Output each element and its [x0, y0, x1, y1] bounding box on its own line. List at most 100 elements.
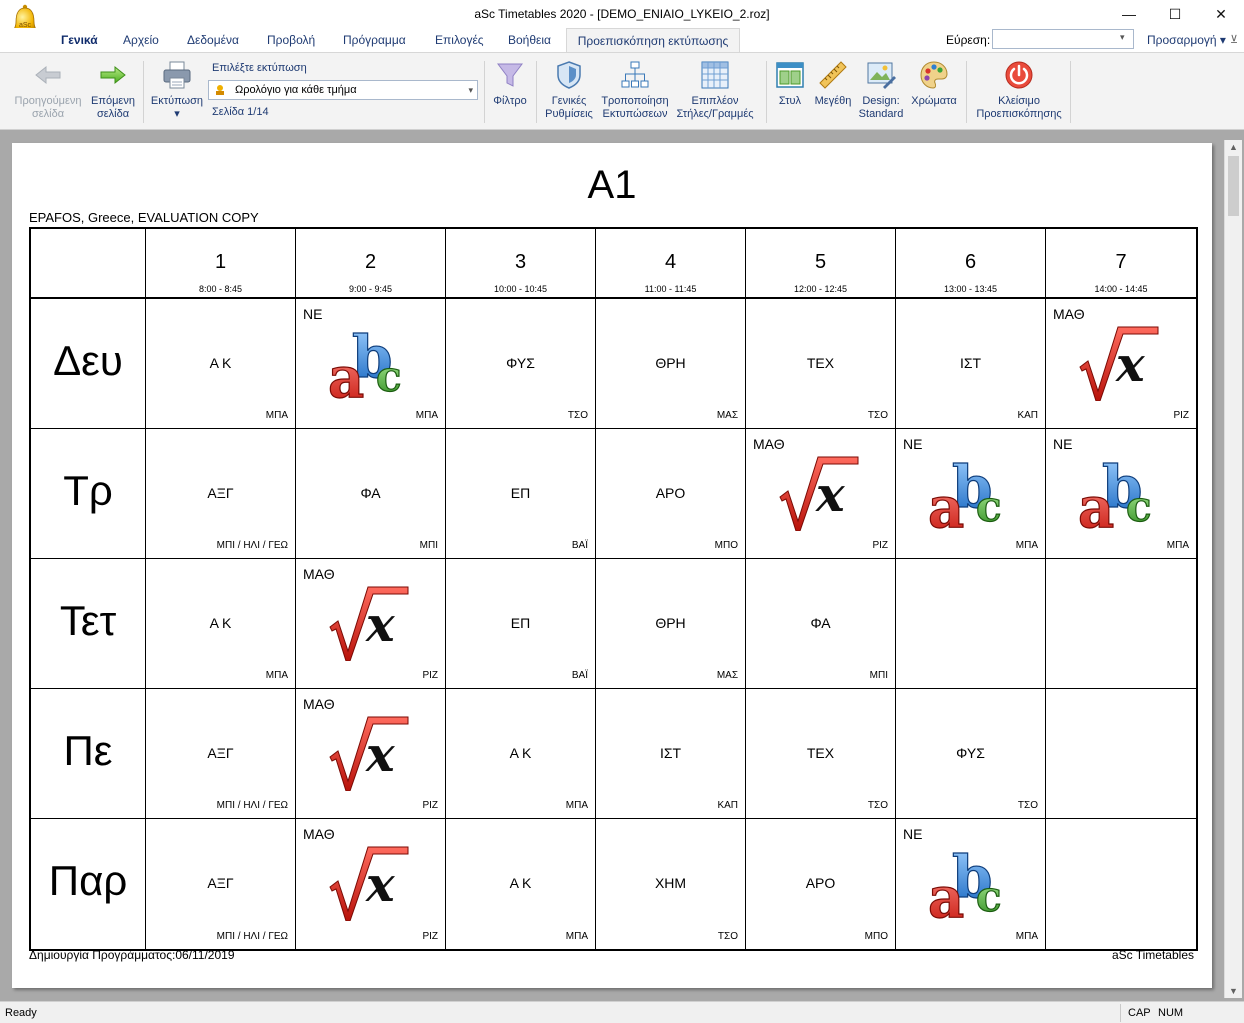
- abc-letters-icon: ba c: [1078, 452, 1152, 531]
- lesson-cell[interactable]: ΝΕ b a c ΜΠΑ: [896, 819, 1046, 949]
- lesson-cell[interactable]: ΦΑ ΜΠΙ: [296, 429, 446, 559]
- square-root-icon: x: [329, 586, 409, 661]
- square-root-icon: x: [329, 716, 409, 791]
- find-dropdown-icon[interactable]: ▾: [1120, 32, 1125, 43]
- day-header: Παρ: [31, 819, 146, 949]
- lesson-cell[interactable]: [896, 559, 1046, 689]
- teacher-label: ΡΙΖ: [422, 670, 438, 681]
- lesson-cell[interactable]: [1046, 819, 1196, 949]
- lesson-cell[interactable]: ΤΕΧ ΤΣΟ: [746, 689, 896, 819]
- print-type-select[interactable]: Ωρολόγιο για κάθε τμήμα ▾: [208, 80, 478, 100]
- close-preview-button[interactable]: Κλείσιμο Προεπισκόπησης: [970, 53, 1068, 129]
- lesson-cell[interactable]: ΕΠ ΒΑΪ: [446, 559, 596, 689]
- minimize-button[interactable]: —: [1106, 0, 1152, 28]
- colors-button[interactable]: Χρώματα: [906, 53, 962, 129]
- day-label: Παρ: [48, 857, 128, 904]
- layout-icon: [776, 62, 804, 88]
- lesson-cell[interactable]: [1046, 689, 1196, 819]
- lesson-cell[interactable]: [1046, 559, 1196, 689]
- previous-page-button[interactable]: Προηγούμενη σελίδα: [6, 53, 90, 129]
- teacher-label: ΤΣΟ: [717, 931, 738, 942]
- svg-text:x: x: [815, 467, 846, 523]
- maximize-button[interactable]: ☐: [1152, 0, 1198, 28]
- lesson-cell[interactable]: ΙΣΤ ΚΑΠ: [896, 299, 1046, 429]
- vertical-scrollbar[interactable]: ▲ ▼: [1224, 140, 1242, 998]
- scroll-up-icon[interactable]: ▲: [1225, 142, 1242, 152]
- lesson-cell[interactable]: ΑΞΓ ΜΠΙ / ΗΛΙ / ΓΕΩ: [146, 689, 296, 819]
- lesson-cell[interactable]: ΜΑΘ x ΡΙΖ: [296, 559, 446, 689]
- lesson-cell[interactable]: ΑΞΓ ΜΠΙ / ΗΛΙ / ΓΕΩ: [146, 819, 296, 949]
- print-select-label: Επιλέξτε εκτύπωση: [212, 62, 307, 74]
- menu-file[interactable]: Αρχείο: [123, 33, 159, 47]
- abc-letters-icon: ba c: [928, 452, 1002, 531]
- subject-label: ΑΞΓ: [207, 875, 234, 891]
- lesson-cell[interactable]: Α Κ ΜΠΑ: [446, 689, 596, 819]
- lesson-cell[interactable]: ΑΡΟ ΜΠΟ: [596, 429, 746, 559]
- subject-label: ΑΞΓ: [207, 485, 234, 501]
- lesson-cell[interactable]: ΦΥΣ ΤΣΟ: [896, 689, 1046, 819]
- customize-menu[interactable]: Προσαρμογή ▾: [1147, 33, 1226, 47]
- lesson-cell[interactable]: Α Κ ΜΠΑ: [446, 819, 596, 949]
- period-header: 5 12:00 - 12:45: [746, 229, 896, 299]
- subject-label: ΕΠ: [510, 615, 531, 631]
- modify-prints-button[interactable]: Τροποποίηση Εκτυπώσεων: [598, 53, 672, 129]
- tab-print-preview[interactable]: Προεπισκόπηση εκτύπωσης: [566, 28, 740, 52]
- next-page-button[interactable]: Επόμενη σελίδα: [86, 53, 140, 129]
- find-input[interactable]: [992, 29, 1134, 49]
- design-standard-button[interactable]: Design: Standard: [856, 53, 906, 129]
- scroll-thumb[interactable]: [1228, 156, 1239, 216]
- status-divider: [1120, 1004, 1121, 1022]
- lesson-cell[interactable]: Α Κ ΜΠΑ: [146, 299, 296, 429]
- scroll-down-icon[interactable]: ▼: [1225, 986, 1242, 996]
- menu-general[interactable]: Γενικά: [61, 33, 98, 47]
- lesson-cell[interactable]: ΜΑΘ x ΡΙΖ: [746, 429, 896, 559]
- style-button[interactable]: Στυλ: [770, 53, 810, 129]
- period-header: 3 10:00 - 10:45: [446, 229, 596, 299]
- arrow-right-icon: [100, 65, 126, 85]
- print-button[interactable]: Εκτύπωση ▾: [148, 53, 206, 129]
- lesson-cell[interactable]: ΝΕ b a c ΜΠΑ: [896, 429, 1046, 559]
- size-button[interactable]: Μεγέθη: [810, 53, 856, 129]
- lesson-cell[interactable]: ΙΣΤ ΚΑΠ: [596, 689, 746, 819]
- menu-data[interactable]: Δεδομένα: [187, 33, 239, 47]
- teacher-label: ΜΠΑ: [565, 800, 588, 811]
- lesson-cell[interactable]: ΜΑΘ x ΡΙΖ: [296, 689, 446, 819]
- teacher-label: ΜΑΣ: [716, 410, 738, 421]
- menu-options[interactable]: Επιλογές: [435, 33, 484, 47]
- ribbon-collapse-icon[interactable]: ⊻: [1230, 33, 1238, 46]
- lesson-cell[interactable]: ΦΥΣ ΤΣΟ: [446, 299, 596, 429]
- general-settings-button[interactable]: Γενικές Ρυθμίσεις: [540, 53, 598, 129]
- subject-label: Α Κ: [209, 355, 232, 371]
- lesson-cell[interactable]: ΝΕ b a c ΜΠΑ: [1046, 429, 1196, 559]
- lesson-cell[interactable]: Α Κ ΜΠΑ: [146, 559, 296, 689]
- extra-columns-rows-button[interactable]: Επιπλέον Στήλες/Γραμμές: [674, 53, 756, 129]
- lesson-cell[interactable]: ΑΞΓ ΜΠΙ / ΗΛΙ / ΓΕΩ: [146, 429, 296, 559]
- subject-label: ΘΡΗ: [655, 615, 686, 631]
- lesson-cell[interactable]: ΤΕΧ ΤΣΟ: [746, 299, 896, 429]
- menu-view[interactable]: Προβολή: [267, 33, 315, 47]
- teacher-label: ΜΠΙ / ΗΛΙ / ΓΕΩ: [216, 931, 288, 942]
- filter-button[interactable]: Φίλτρο: [488, 53, 532, 129]
- lesson-cell[interactable]: ΦΑ ΜΠΙ: [746, 559, 896, 689]
- lesson-cell[interactable]: ΕΠ ΒΑΪ: [446, 429, 596, 559]
- period-header: 4 11:00 - 11:45: [596, 229, 746, 299]
- lesson-cell[interactable]: ΘΡΗ ΜΑΣ: [596, 559, 746, 689]
- lesson-cell[interactable]: ΑΡΟ ΜΠΟ: [746, 819, 896, 949]
- svg-text:c: c: [976, 872, 1002, 921]
- lesson-cell[interactable]: ΜΑΘ x ΡΙΖ: [1046, 299, 1196, 429]
- menu-help[interactable]: Βοήθεια: [508, 33, 551, 47]
- lesson-cell[interactable]: ΝΕ b a c ΜΠΑ: [296, 299, 446, 429]
- lesson-cell[interactable]: ΧΗΜ ΤΣΟ: [596, 819, 746, 949]
- day-header: Πε: [31, 689, 146, 819]
- power-icon: [1005, 61, 1033, 89]
- menu-timetable[interactable]: Πρόγραμμα: [343, 33, 406, 47]
- teacher-label: ΜΠΑ: [1015, 931, 1038, 942]
- close-button[interactable]: ✕: [1198, 0, 1244, 28]
- teacher-label: ΜΠΙ: [869, 670, 888, 681]
- ribbon-separator: [766, 61, 767, 123]
- subject-label: ΤΕΧ: [806, 745, 835, 761]
- lesson-cell[interactable]: ΘΡΗ ΜΑΣ: [596, 299, 746, 429]
- shield-icon: [557, 61, 581, 89]
- group-label: ΝΕ: [1053, 436, 1073, 452]
- lesson-cell[interactable]: ΜΑΘ x ΡΙΖ: [296, 819, 446, 949]
